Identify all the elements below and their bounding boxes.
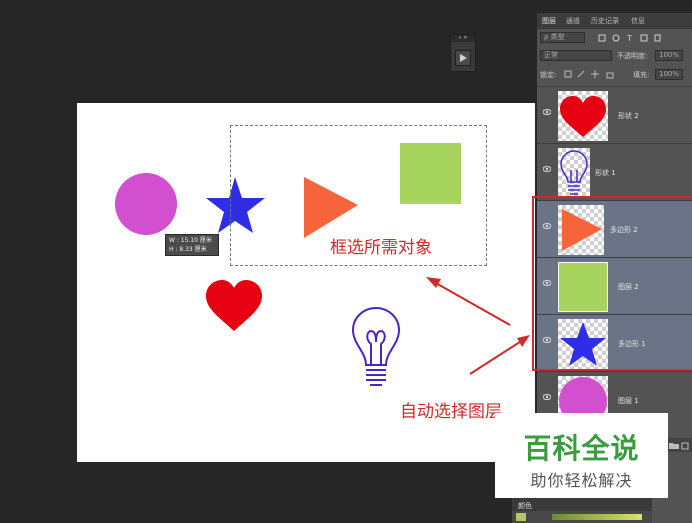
lock-icons[interactable] <box>564 69 619 79</box>
heart-icon <box>558 91 608 141</box>
watermark-badge: 百科全说 助你轻松解决 <box>495 413 668 498</box>
layer-filter-select[interactable]: ρ 类型 <box>540 32 585 43</box>
annotation-auto-select-layer: 自动选择图层 <box>400 402 502 422</box>
tab-history[interactable]: 历史记录 <box>591 16 619 26</box>
layer-name: 形状 1 <box>595 169 616 177</box>
visibility-eye-icon[interactable] <box>543 109 551 115</box>
visibility-eye-icon[interactable] <box>543 394 551 400</box>
opacity-label: 不透明度: <box>617 52 648 60</box>
fill-label: 填充: <box>633 71 650 79</box>
lock-label: 锁定: <box>540 71 557 79</box>
tab-color[interactable]: 颜色 <box>518 501 532 511</box>
tooltip-height: H : 8.33 厘米 <box>169 246 207 253</box>
selected-layers-highlight <box>532 196 692 371</box>
foreground-swatch[interactable] <box>516 513 526 521</box>
lightbulb-shape <box>351 306 401 386</box>
layer-name: 形状 2 <box>618 112 639 120</box>
pink-circle-shape <box>115 173 177 235</box>
color-panel: 颜色 <box>512 498 652 523</box>
visibility-eye-icon[interactable] <box>543 166 551 172</box>
watermark-title: 百科全说 <box>523 432 640 465</box>
layer-name: 图层 1 <box>618 397 639 405</box>
annotation-select-objects: 框选所需对象 <box>330 238 432 258</box>
tab-layers[interactable]: 图层 <box>542 16 556 26</box>
svg-text:T: T <box>626 34 632 43</box>
filter-icons[interactable]: T <box>597 33 677 43</box>
lightbulb-icon <box>558 148 590 198</box>
tab-info[interactable]: 信息 <box>631 16 645 26</box>
tab-channels[interactable]: 通道 <box>566 16 580 26</box>
size-tooltip: W : 15.10 厘米 H : 8.33 厘米 <box>165 234 219 256</box>
watermark-subtitle: 助你轻松解决 <box>530 471 633 490</box>
color-slider-row[interactable] <box>512 511 652 523</box>
annotation-arrows <box>426 277 530 375</box>
color-gradient-slider[interactable] <box>552 514 642 520</box>
layer-row[interactable]: 形状 2 <box>537 86 692 143</box>
blend-mode-select[interactable]: 正常 <box>540 50 612 61</box>
fill-input[interactable]: 100% <box>655 69 683 80</box>
red-heart-shape <box>206 280 262 331</box>
layer-row[interactable]: 形状 1 <box>537 143 692 200</box>
tooltip-width: W : 15.10 厘米 <box>169 237 212 244</box>
opacity-input[interactable]: 100% <box>655 50 683 61</box>
new-group-icon[interactable] <box>667 441 689 450</box>
panel-tabs: 图层 通道 历史记录 信息 <box>537 13 692 29</box>
